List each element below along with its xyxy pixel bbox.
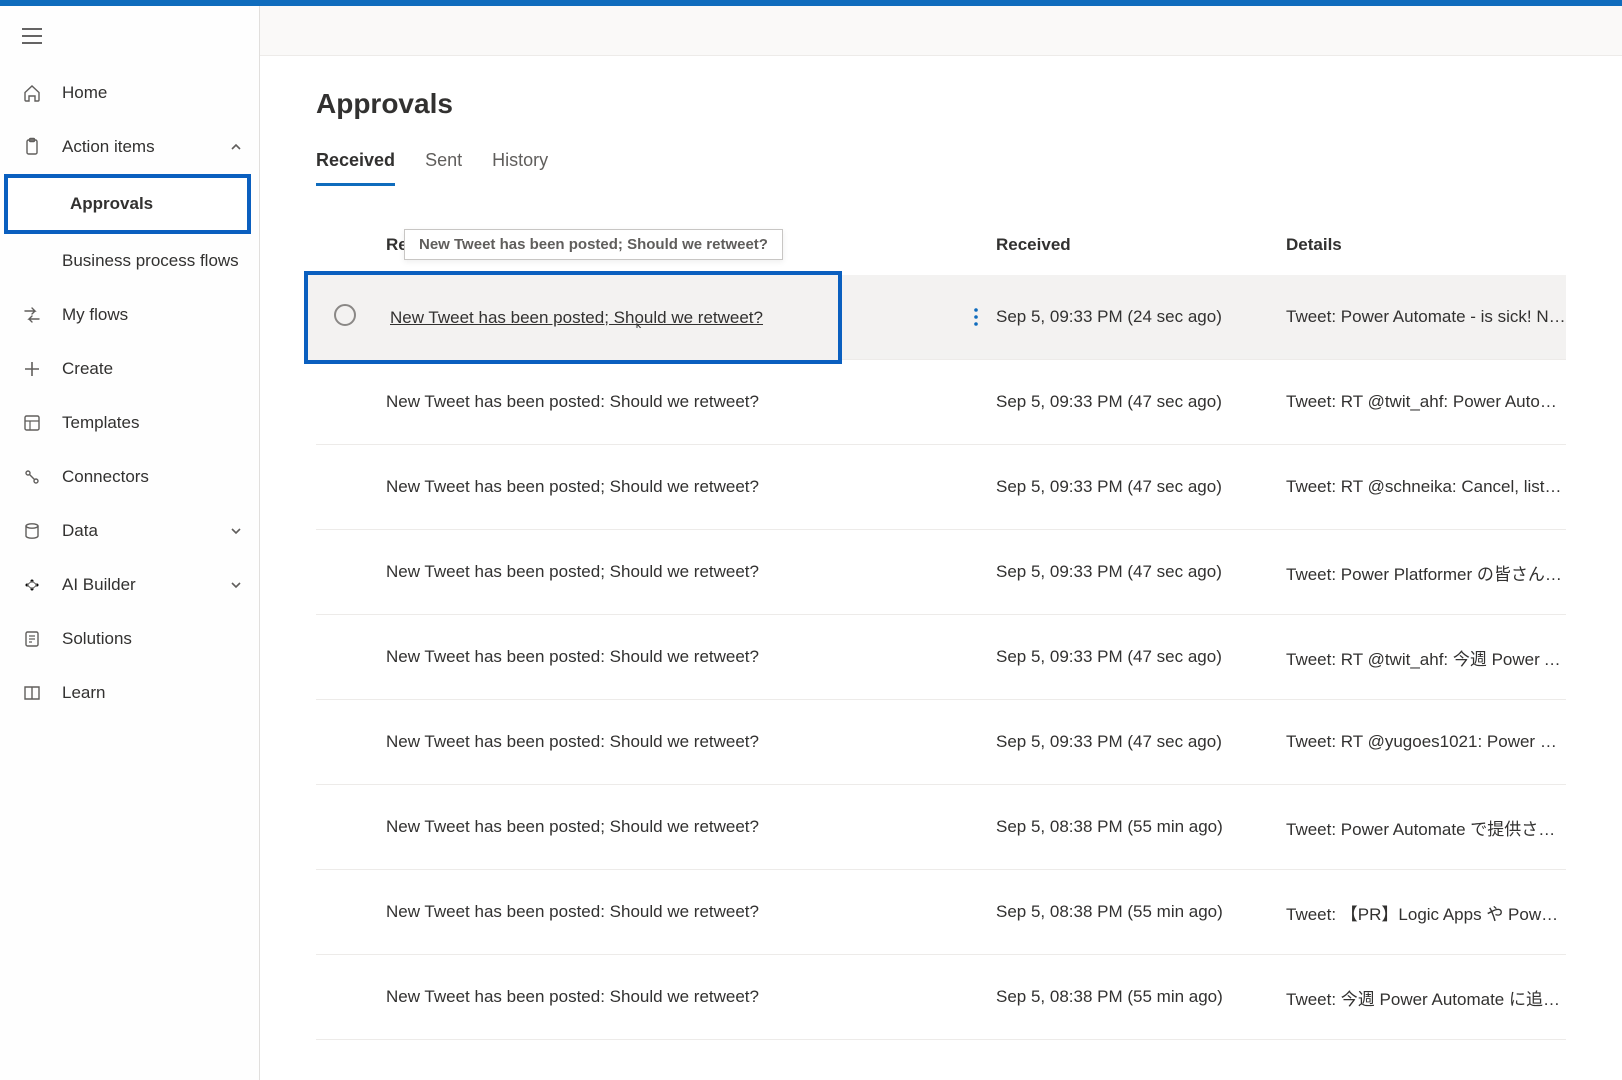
request-link[interactable]: New Tweet has been posted; Should we ret… [390,308,763,327]
sidebar-item-label: Solutions [62,629,243,649]
sidebar-item-label: My flows [62,305,243,325]
hamburger-menu[interactable] [8,16,56,56]
table-row[interactable]: New Tweet has been posted; Should we ret… [308,275,838,360]
sidebar-item-connectors[interactable]: Connectors [0,450,259,504]
chevron-up-icon [229,140,243,154]
sidebar-item-data[interactable]: Data [0,504,259,558]
sidebar-item-ai-builder[interactable]: AI Builder [0,558,259,612]
table-row[interactable]: New Tweet has been posted: Should we ret… [316,700,1566,785]
flow-icon [22,305,42,325]
table-row[interactable]: New Tweet has been posted: Should we ret… [316,360,1566,445]
ai-builder-icon [22,575,42,595]
cell-details: Tweet: RT @yugoes1021: Power Platf... [1286,732,1566,752]
sidebar-item-learn[interactable]: Learn [0,666,259,720]
row-active-highlight: New Tweet has been posted; Should we ret… [304,271,842,364]
sidebar-item-templates[interactable]: Templates [0,396,259,450]
cell-received: Sep 5, 09:33 PM (47 sec ago) [996,562,1286,582]
cell-request[interactable]: New Tweet has been posted: Should we ret… [386,732,996,752]
cell-details: Tweet: 今週 Power Automate に追加... [1286,985,1566,1010]
cell-received: Sep 5, 09:33 PM (47 sec ago) [996,477,1286,497]
cell-received: Sep 5, 09:33 PM (47 sec ago) [996,392,1286,412]
tab-history[interactable]: History [492,142,548,183]
tab-sent[interactable]: Sent [425,142,462,183]
sidebar-item-approvals[interactable]: Approvals [8,178,247,230]
row-checkbox[interactable] [334,304,356,326]
database-icon [22,521,42,541]
sidebar-item-label: Connectors [62,467,243,487]
sidebar-active-highlight: Approvals [4,174,251,234]
sidebar-item-action-items[interactable]: Action items [0,120,259,174]
connectors-icon [22,467,42,487]
cell-received: Sep 5, 09:33 PM (24 sec ago) [996,307,1286,327]
table-row[interactable]: New Tweet has been posted: Should we ret… [316,870,1566,955]
sidebar-item-label: Business process flows [62,251,243,271]
sidebar-item-label: Action items [62,137,229,157]
main-content: Approvals Received Sent History Request … [260,6,1622,1080]
table-row[interactable]: Sep 5, 09:33 PM (24 sec ago) Tweet: Powe… [838,275,1566,360]
sidebar-item-home[interactable]: Home [0,66,259,120]
sidebar-item-label: Learn [62,683,243,703]
plus-icon [22,359,42,379]
column-header-details[interactable]: Details [1286,235,1342,254]
sidebar-item-label: Create [62,359,243,379]
cell-received: Sep 5, 08:38 PM (55 min ago) [996,902,1286,922]
cell-received: Sep 5, 08:38 PM (55 min ago) [996,817,1286,837]
cell-details: Tweet: Power Platformer の皆さん、... [1286,560,1566,585]
sidebar-item-label: Approvals [70,194,231,214]
cell-request[interactable]: New Tweet has been posted: Should we ret… [386,392,996,412]
content-header-strip [260,6,1622,56]
cell-request[interactable]: New Tweet has been posted; Should we ret… [386,562,996,582]
chevron-down-icon [229,524,243,538]
page-title: Approvals [316,88,1566,120]
menu-icon [22,28,42,44]
clipboard-icon [22,137,42,157]
sidebar-item-my-flows[interactable]: My flows [0,288,259,342]
table-row[interactable]: New Tweet has been posted: Should we ret… [316,615,1566,700]
tabs: Received Sent History [316,142,1566,183]
cell-request[interactable]: New Tweet has been posted: Should we ret… [386,647,996,667]
chevron-down-icon [229,578,243,592]
cell-received: Sep 5, 08:38 PM (55 min ago) [996,987,1286,1007]
sidebar-item-label: Templates [62,413,243,433]
cell-request[interactable]: New Tweet has been posted: Should we ret… [386,987,996,1007]
cell-received: Sep 5, 09:33 PM (47 sec ago) [996,732,1286,752]
table-row[interactable]: New Tweet has been posted: Should we ret… [316,955,1566,1040]
tab-received[interactable]: Received [316,142,395,183]
cell-request[interactable]: New Tweet has been posted; Should we ret… [386,817,996,837]
table-row[interactable]: New Tweet has been posted; Should we ret… [316,785,1566,870]
row-more-actions[interactable] [956,308,996,326]
table-row[interactable]: New Tweet has been posted; Should we ret… [316,530,1566,615]
solutions-icon [22,629,42,649]
table-header: Request New Tweet has been posted; Shoul… [316,235,1566,275]
sidebar-item-create[interactable]: Create [0,342,259,396]
cell-received: Sep 5, 09:33 PM (47 sec ago) [996,647,1286,667]
sidebar: Home Action items Approvals Business pro… [0,6,260,1080]
sidebar-item-solutions[interactable]: Solutions [0,612,259,666]
column-header-received[interactable]: Received [996,235,1071,254]
cell-request[interactable]: New Tweet has been posted: Should we ret… [386,902,996,922]
sidebar-item-label: AI Builder [62,575,229,595]
book-icon [22,683,42,703]
cell-request[interactable]: New Tweet has been posted; Should we ret… [386,477,996,497]
cell-details: Tweet: 【PR】Logic Apps や Power A... [1286,900,1566,925]
cell-details: Tweet: RT @twit_ahf: 今週 Power Aut... [1286,645,1566,670]
cell-details: Tweet: RT @twit_ahf: Power Automat... [1286,392,1566,412]
sidebar-item-business-process-flows[interactable]: Business process flows [0,234,259,288]
sidebar-item-label: Home [62,83,243,103]
table-row[interactable]: New Tweet has been posted; Should we ret… [316,445,1566,530]
templates-icon [22,413,42,433]
tooltip: New Tweet has been posted; Should we ret… [404,229,783,260]
cell-details: Tweet: Power Automate - is sick! Na... [1286,307,1566,327]
cell-details: Tweet: RT @schneika: Cancel, list, rea..… [1286,477,1566,497]
home-icon [22,83,42,103]
sidebar-item-label: Data [62,521,229,541]
cell-details: Tweet: Power Automate で提供され... [1286,815,1566,840]
